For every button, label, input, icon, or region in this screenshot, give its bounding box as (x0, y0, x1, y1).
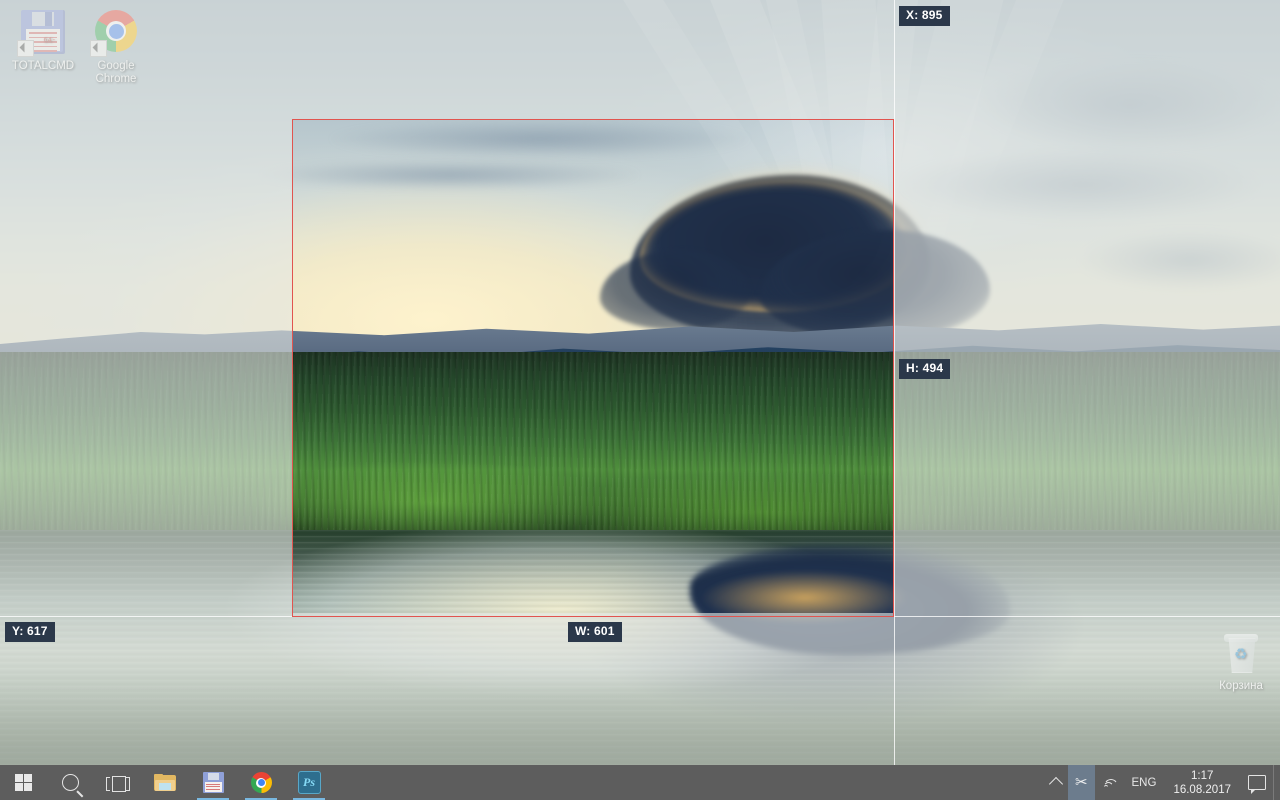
desktop-icon-label: TOTALCMD (11, 60, 75, 72)
desktop-icon-google-chrome[interactable]: Google Chrome (78, 8, 154, 86)
desktop-icon-recycle-bin[interactable]: ♻ Корзина (1203, 628, 1279, 693)
google-chrome-icon (90, 8, 140, 57)
language-indicator[interactable]: ENG (1125, 765, 1164, 800)
water-reflection-glow (700, 570, 910, 625)
search-icon (62, 774, 79, 791)
total-commander-button[interactable] (189, 765, 237, 800)
recycle-bin-icon: ♻ (1217, 628, 1265, 676)
shortcut-arrow-icon (17, 40, 34, 57)
task-view-icon (105, 775, 130, 792)
desktop-icon-totalcmd[interactable]: 64- TOTALCMD (5, 8, 81, 73)
chrome-button[interactable] (237, 765, 285, 800)
photoshop-button[interactable]: Ps (285, 765, 333, 800)
wisp-cloud (260, 160, 640, 190)
measure-label-y: Y: 617 (5, 622, 55, 642)
snipping-tool-tray-icon[interactable]: ✂ (1067, 765, 1095, 800)
wifi-icon (1102, 776, 1119, 789)
desktop-icon-label-line2: Chrome (95, 73, 137, 85)
measure-label-h: H: 494 (899, 359, 951, 379)
taskbar: Ps ✂ ENG 1:17 16.08.2017 (0, 765, 1280, 800)
notification-icon (1248, 775, 1266, 794)
task-view-button[interactable] (94, 765, 141, 800)
taskbar-empty-area[interactable] (333, 765, 1044, 800)
windows-logo-icon (15, 774, 32, 791)
taskbar-buttons: Ps (0, 765, 333, 800)
desktop-icon-label: Корзина (1219, 680, 1263, 692)
desktop-screen: 64- TOTALCMD Google Chrome ♻ Корзина X: … (0, 0, 1280, 800)
floppy-disk-icon (202, 772, 224, 793)
file-explorer-button[interactable] (141, 765, 189, 800)
start-button[interactable] (0, 765, 47, 800)
action-center-button[interactable] (1241, 765, 1273, 800)
system-tray: ✂ ENG 1:17 16.08.2017 (1044, 765, 1280, 800)
google-chrome-icon (250, 772, 272, 793)
chevron-up-icon (1048, 776, 1064, 792)
folder-icon (154, 774, 176, 791)
photoshop-icon: Ps (297, 771, 321, 794)
clock-date: 16.08.2017 (1173, 783, 1231, 796)
show-desktop-button[interactable] (1273, 765, 1280, 800)
wallpaper-meadow (0, 352, 1280, 542)
wisp-cloud (980, 60, 1280, 150)
clock[interactable]: 1:17 16.08.2017 (1163, 765, 1241, 800)
network-tray-icon[interactable] (1095, 765, 1125, 800)
show-hidden-icons-button[interactable] (1044, 765, 1068, 800)
shortcut-arrow-icon (90, 40, 107, 57)
wisp-cloud (330, 120, 750, 158)
clock-time: 1:17 (1191, 769, 1214, 782)
floppy-disk-icon: 64- (17, 8, 67, 57)
search-button[interactable] (47, 765, 94, 800)
desktop-icon-label-line1: Google (97, 60, 135, 72)
wisp-cloud (900, 150, 1260, 220)
desktop-wallpaper (0, 0, 1280, 800)
measure-label-x: X: 895 (899, 6, 950, 26)
scissors-icon: ✂ (1074, 774, 1088, 791)
measure-label-w: W: 601 (568, 622, 622, 642)
